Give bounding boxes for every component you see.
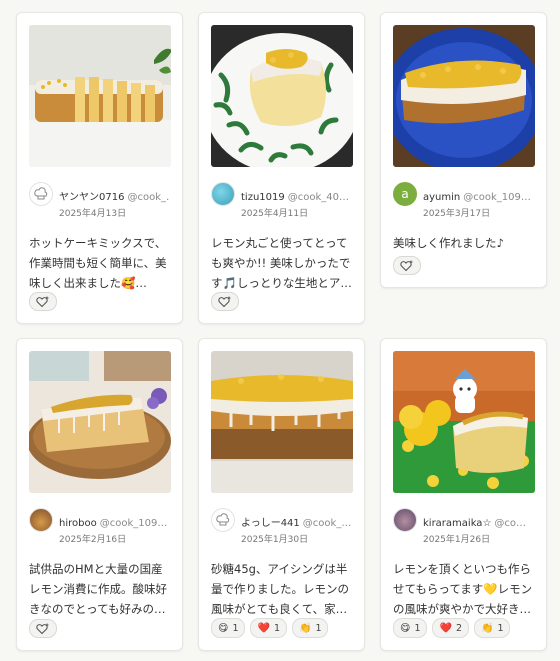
dish-photo[interactable] [29, 351, 171, 493]
username[interactable]: ヤンヤン0716 [59, 192, 124, 203]
reaction-count: 1 [315, 622, 322, 634]
comment-text: レモンを頂くといつも作らせてもらってます💛レモンの風味が爽やかで大好き… [393, 562, 533, 616]
username[interactable]: hiroboo [59, 518, 97, 529]
reaction-bar: 😋 1 ❤️ 1 👏 1 [211, 618, 329, 638]
username[interactable]: よっしー441 [241, 518, 300, 529]
tsukurepo-card[interactable]: kiraramaika☆ @co… 2025年1月26日 レモンを頂くといつも作ら… [380, 338, 547, 651]
reaction-count: 1 [273, 622, 280, 634]
dish-photo[interactable] [211, 25, 353, 167]
reaction-bar: 😋 1 ❤️ 2 👏 1 [393, 618, 511, 638]
dish-photo[interactable] [29, 25, 171, 167]
tsukurepo-card[interactable]: tizu1019 @cook_40… 2025年4月11日 レモン丸ごと使ってとっ… [198, 12, 365, 324]
author-row[interactable]: ヤンヤン0716@cook_… [29, 181, 170, 207]
dish-photo[interactable] [393, 351, 535, 493]
reaction-clap-button[interactable]: 👏 1 [291, 618, 329, 638]
clap-emoji-icon: 👏 [298, 622, 312, 634]
tsukurepo-card[interactable]: hiroboo @cook_109… 2025年2月16日 試供品のHMと大量の国… [16, 338, 183, 651]
reaction-count: 1 [414, 622, 421, 634]
post-date: 2025年1月26日 [423, 535, 491, 545]
dish-photo[interactable] [211, 351, 353, 493]
username[interactable]: ayumin [423, 192, 460, 203]
user-id: @cook_… [127, 191, 170, 203]
tsukurepo-card[interactable]: よっしー441 @cook_… 2025年1月30日 砂糖45g、アイシングは半量… [198, 338, 365, 651]
author-row[interactable]: よっしー441 @cook_… [211, 507, 352, 533]
heart-plus-icon[interactable] [29, 619, 57, 638]
reaction-clap-button[interactable]: 👏 1 [473, 618, 511, 638]
heart-emoji-icon: ❤️ [257, 622, 270, 634]
clap-emoji-icon: 👏 [480, 622, 494, 634]
author-row[interactable]: a ayumin @cook_109… [393, 181, 534, 207]
comment-text: レモン丸ごと使ってとっても爽やか!! 美味しかったです🎵しっとりな生地とア… [211, 236, 352, 290]
chef-hat-icon[interactable] [211, 508, 235, 532]
username[interactable]: kiraramaika☆ [423, 518, 491, 529]
user-id: @cook_109… [463, 191, 531, 203]
heart-emoji-icon: ❤️ [439, 622, 452, 634]
chef-hat-icon[interactable] [29, 182, 53, 206]
avatar-letter: a [401, 187, 409, 201]
reaction-yummy-button[interactable]: 😋 1 [211, 618, 246, 638]
author-row[interactable]: kiraramaika☆ @co… [393, 507, 534, 533]
user-id: @co… [494, 517, 527, 529]
comment-text: 試供品のHMと大量の国産レモン消費に作成。酸味好きなのでとっても好みの… [29, 562, 167, 616]
reaction-yummy-button[interactable]: 😋 1 [393, 618, 428, 638]
letter-avatar[interactable]: a [393, 182, 417, 206]
tsukurepo-card[interactable]: a ayumin @cook_109… 2025年3月17日 美味しく作れました♪ [380, 12, 547, 288]
author-row[interactable]: tizu1019 @cook_40… [211, 181, 352, 207]
reaction-count: 1 [497, 622, 504, 634]
post-date: 2025年4月13日 [59, 209, 127, 219]
comment-text: 美味しく作れました♪ [393, 236, 504, 250]
heart-plus-icon[interactable] [29, 292, 57, 311]
user-id: @cook_109… [99, 517, 168, 529]
comment-text: ホットケーキミックスで、作業時間も短く簡単に、美味しく出来ました🥰… [29, 236, 167, 290]
username[interactable]: tizu1019 [241, 192, 285, 203]
dish-photo[interactable] [393, 25, 535, 167]
heart-plus-icon[interactable] [393, 256, 421, 275]
reaction-heart-button[interactable]: ❤️ 2 [432, 618, 469, 638]
user-id: @cook_… [302, 517, 352, 529]
post-date: 2025年4月11日 [241, 209, 309, 219]
photo-avatar[interactable] [393, 508, 417, 532]
post-date: 2025年3月17日 [423, 209, 491, 219]
photo-avatar[interactable] [29, 508, 53, 532]
reaction-count: 2 [455, 622, 462, 634]
post-date: 2025年1月30日 [241, 535, 309, 545]
heart-plus-icon[interactable] [211, 292, 239, 311]
snapdish-grid: ヤンヤン0716@cook_… 2025年4月13日 ホットケーキミックスで、作… [0, 0, 560, 661]
user-id: @cook_40… [287, 191, 349, 203]
reaction-count: 1 [232, 622, 239, 634]
yummy-emoji-icon: 😋 [218, 622, 229, 634]
reaction-heart-button[interactable]: ❤️ 1 [250, 618, 287, 638]
post-date: 2025年2月16日 [59, 535, 127, 545]
photo-avatar[interactable] [211, 182, 235, 206]
yummy-emoji-icon: 😋 [400, 622, 411, 634]
comment-text: 砂糖45g、アイシングは半量で作りました。レモンの風味がとても良くて、家… [211, 562, 349, 616]
tsukurepo-card[interactable]: ヤンヤン0716@cook_… 2025年4月13日 ホットケーキミックスで、作… [16, 12, 183, 324]
author-row[interactable]: hiroboo @cook_109… [29, 507, 170, 533]
